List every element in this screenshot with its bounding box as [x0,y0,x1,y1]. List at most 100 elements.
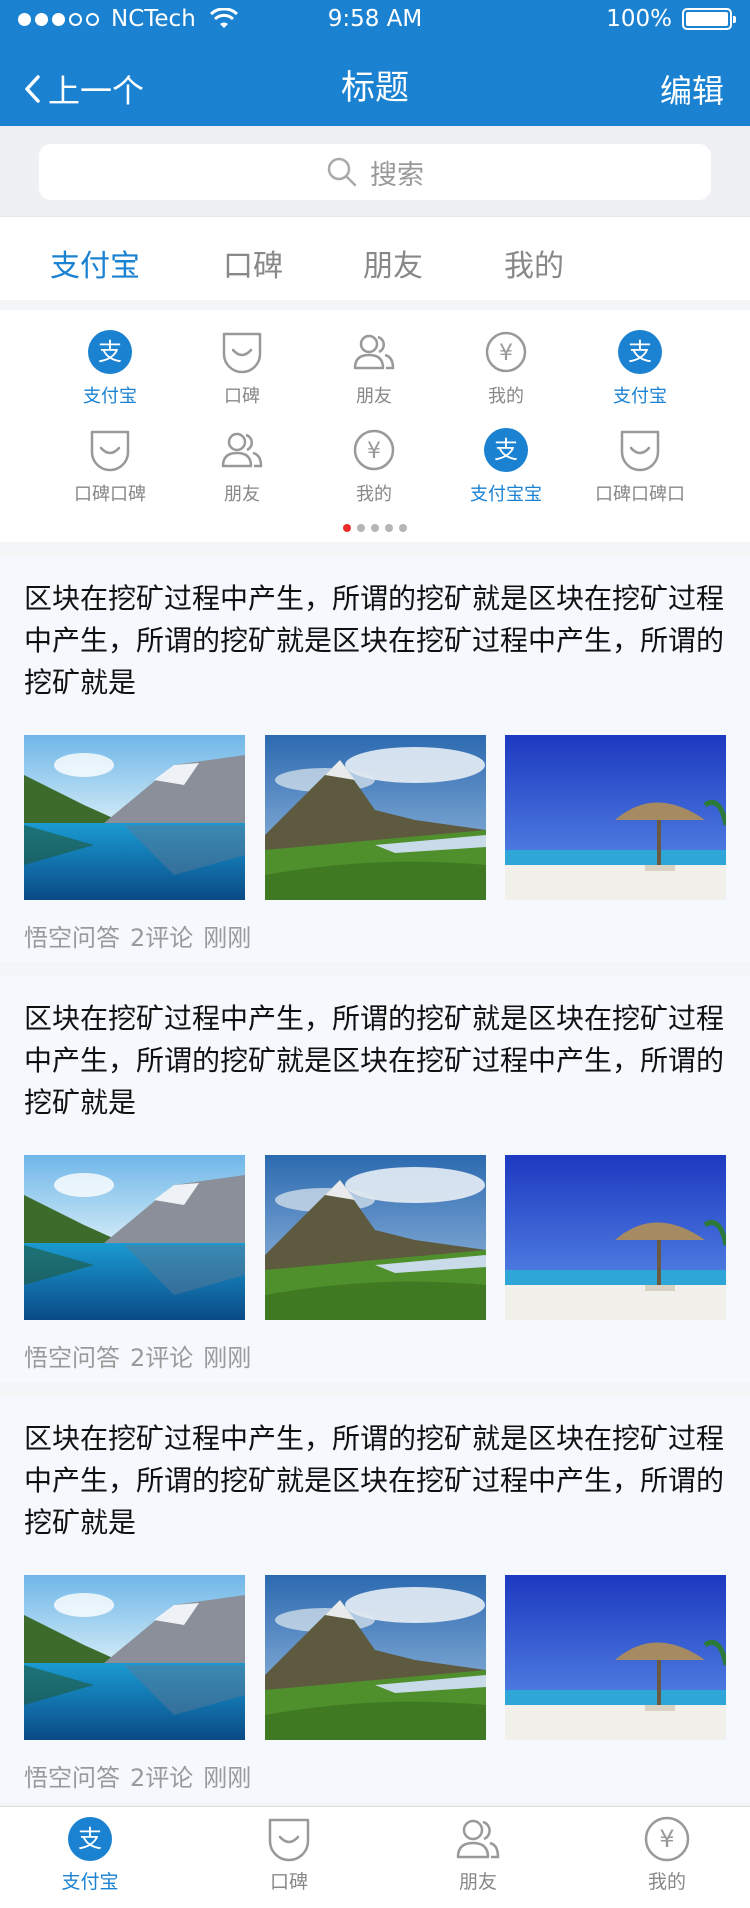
feed-card-text: 区块在挖矿过程中产生，所谓的挖矿就是区块在挖矿过程中产生，所谓的挖矿就是区块在挖… [24,1422,725,1539]
grid-label: 朋友 [356,386,392,407]
yen-icon: ¥ [644,1816,690,1862]
grid-label: 口碑 [224,386,260,407]
tabbar-label: 朋友 [458,1871,497,1893]
feed-card[interactable]: 区块在挖矿过程中产生，所谓的挖矿就是区块在挖矿过程中产生，所谓的挖矿就是区块在挖… [0,1396,750,1802]
feed-card-meta: 悟空问答 2评论 刚刚 [24,918,261,953]
grid-item-koubei[interactable]: 口碑口碑口 [575,428,705,506]
grid-label: 我的 [356,484,392,505]
page-indicator[interactable] [0,524,750,532]
feed-card-images [24,1575,726,1740]
feed-comments[interactable]: 2评论 [130,1764,193,1792]
mountain-photo[interactable] [265,1575,486,1740]
service-grid: 支 支付宝 口碑 朋友 ¥ 我的 支 支付宝 口碑口碑 朋友 ¥ 我的 支 支付… [0,310,750,542]
nav-header: NCTech 9:58 AM 100% 上一个 标题 编辑 [0,0,750,126]
tabbar-label: 支付宝 [61,1871,119,1893]
tabbar-item-friends[interactable]: 朋友 [418,1815,538,1894]
grid-label: 口碑口碑口 [595,484,685,505]
svg-text:支: 支 [98,338,122,366]
grid-item-friends[interactable]: 朋友 [177,428,307,506]
feed-comments[interactable]: 2评论 [130,1344,193,1372]
page-dot [371,524,379,532]
tabbar-item-mine[interactable]: ¥ 我的 [607,1815,727,1894]
feed-source: 悟空问答 [24,1764,120,1792]
svg-text:¥: ¥ [499,341,513,366]
grid-item-alipay[interactable]: 支 支付宝 [575,330,705,408]
grid-item-koubei[interactable]: 口碑 [177,330,307,408]
feed-card-meta: 悟空问答 2评论 刚刚 [24,1758,261,1793]
alipay-icon: 支 [68,1817,112,1861]
feed-card-text: 区块在挖矿过程中产生，所谓的挖矿就是区块在挖矿过程中产生，所谓的挖矿就是区块在挖… [24,1002,725,1119]
feed-source: 悟空问答 [24,1344,120,1372]
battery-percent: 100% [606,6,672,32]
search-icon [327,157,357,187]
tabbar-item-koubei[interactable]: 口碑 [229,1815,349,1894]
tab-friends[interactable]: 朋友 [363,241,423,285]
koubei-icon [90,430,130,472]
grid-item-mine[interactable]: ¥ 我的 [309,428,439,506]
feed-source: 悟空问答 [24,924,120,952]
beach-photo[interactable] [505,735,726,900]
svg-text:¥: ¥ [367,439,381,464]
lake-photo[interactable] [24,735,245,900]
grid-item-koubei[interactable]: 口碑口碑 [45,428,175,506]
friends-icon [456,1819,500,1859]
page-dot [399,524,407,532]
grid-label: 口碑口碑 [74,484,146,505]
beach-photo[interactable] [505,1155,726,1320]
tabbar-item-alipay[interactable]: 支 支付宝 [30,1815,150,1894]
status-bar: NCTech 9:58 AM 100% [0,0,750,40]
grid-item-alipay[interactable]: 支 支付宝 [45,330,175,408]
lake-photo[interactable] [24,1575,245,1740]
tab-mine[interactable]: 我的 [504,241,564,285]
feed-card-meta: 悟空问答 2评论 刚刚 [24,1338,261,1373]
tabbar-label: 口碑 [269,1871,308,1893]
friends-icon [353,334,395,370]
grid-label: 支付宝宝 [470,484,542,505]
grid-item-alipay[interactable]: 支 支付宝宝 [441,428,571,506]
yen-icon: ¥ [485,331,527,373]
tabbar-label: 我的 [647,1871,686,1893]
koubei-icon [620,430,660,472]
grid-label: 我的 [488,386,524,407]
edit-button[interactable]: 编辑 [660,66,724,112]
alipay-icon: 支 [88,330,132,374]
feed-time: 刚刚 [203,1764,252,1792]
feed-card-images [24,735,726,900]
search-bar: 搜索 [0,126,750,216]
svg-text:支: 支 [78,1825,102,1853]
mountain-photo[interactable] [265,735,486,900]
feed-time: 刚刚 [203,1344,252,1372]
mountain-photo[interactable] [265,1155,486,1320]
grid-label: 支付宝 [83,386,137,407]
feed-comments[interactable]: 2评论 [130,924,193,952]
friends-icon [221,432,263,468]
page-dot [385,524,393,532]
feed-card-images [24,1155,726,1320]
koubei-icon [268,1818,310,1862]
page-title: 标题 [341,68,409,108]
grid-item-friends[interactable]: 朋友 [309,330,439,408]
alipay-icon: 支 [484,428,528,472]
svg-text:¥: ¥ [659,1825,674,1853]
search-input[interactable]: 搜索 [39,144,711,200]
svg-text:支: 支 [628,338,652,366]
alipay-icon: 支 [618,330,662,374]
grid-label: 支付宝 [613,386,667,407]
bottom-tab-bar: 支 支付宝 口碑 朋友 ¥ 我的 [0,1806,750,1908]
yen-icon: ¥ [353,429,395,471]
tab-koubei[interactable]: 口碑 [223,241,283,285]
lake-photo[interactable] [24,1155,245,1320]
beach-photo[interactable] [505,1575,726,1740]
tab-alipay[interactable]: 支付宝 [50,241,140,285]
page-dot [343,524,351,532]
battery-icon [682,8,736,30]
grid-item-mine[interactable]: ¥ 我的 [441,330,571,408]
feed-card[interactable]: 区块在挖矿过程中产生，所谓的挖矿就是区块在挖矿过程中产生，所谓的挖矿就是区块在挖… [0,556,750,962]
feed-card-text: 区块在挖矿过程中产生，所谓的挖矿就是区块在挖矿过程中产生，所谓的挖矿就是区块在挖… [24,582,725,699]
grid-label: 朋友 [224,484,260,505]
feed-card[interactable]: 区块在挖矿过程中产生，所谓的挖矿就是区块在挖矿过程中产生，所谓的挖矿就是区块在挖… [0,976,750,1382]
page-dot [357,524,365,532]
feed-time: 刚刚 [203,924,252,952]
search-placeholder: 搜索 [370,159,424,191]
koubei-icon [222,332,262,374]
